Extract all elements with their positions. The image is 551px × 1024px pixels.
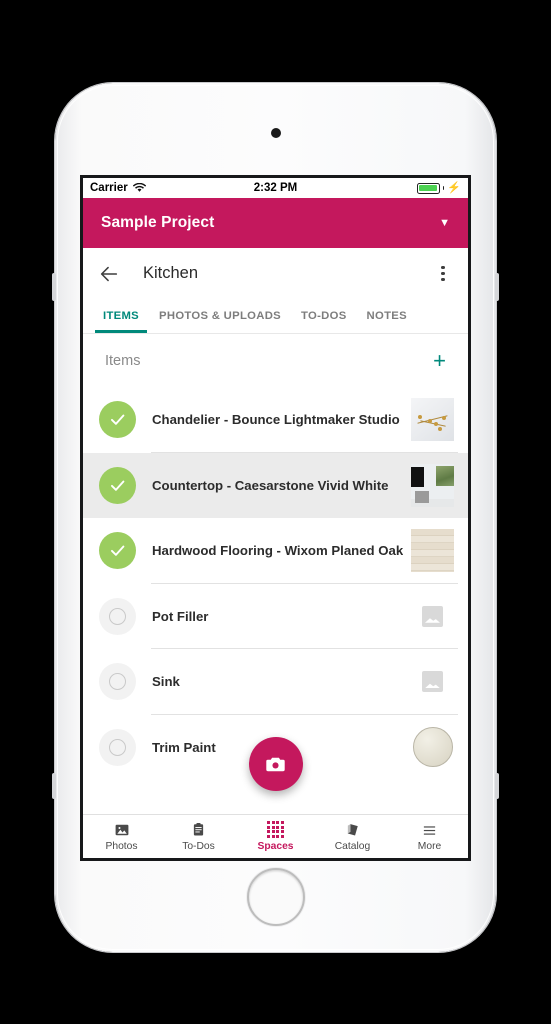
home-button[interactable] — [246, 868, 305, 926]
status-bar: Carrier 2:32 PM ⚡ — [83, 178, 468, 198]
item-label: Hardwood Flooring - Wixom Planed Oak — [152, 543, 403, 559]
photos-icon — [114, 821, 130, 838]
tab-photos-uploads-label: PHOTOS & UPLOADS — [159, 310, 281, 322]
hamburger-icon — [421, 821, 438, 838]
tab-photos-uploads[interactable]: PHOTOS & UPLOADS — [149, 299, 291, 333]
nav-label-photos: Photos — [105, 841, 138, 852]
phone-device-frame: Carrier 2:32 PM ⚡ Sample Project ▼ Kitch… — [52, 83, 499, 952]
nav-item-to-dos[interactable]: To-Dos — [160, 821, 237, 852]
nav-item-spaces[interactable]: Spaces — [237, 821, 314, 852]
tab-notes-label: NOTES — [366, 310, 407, 322]
grid-icon — [267, 821, 284, 838]
status-badge-done[interactable] — [99, 532, 136, 570]
space-nav-bar: Kitchen — [83, 248, 468, 299]
table-row[interactable]: Chandelier - Bounce Lightmaker Studio — [83, 387, 468, 453]
item-thumbnail[interactable] — [411, 529, 454, 573]
item-label: Chandelier - Bounce Lightmaker Studio — [152, 412, 400, 428]
nav-label-spaces: Spaces — [257, 841, 294, 852]
image-placeholder-icon — [422, 605, 443, 627]
item-thumbnail[interactable] — [411, 463, 454, 507]
book-icon — [344, 821, 361, 838]
check-icon — [111, 480, 125, 491]
back-arrow-icon[interactable] — [97, 262, 121, 286]
project-title: Sample Project — [101, 214, 215, 231]
tab-to-dos[interactable]: TO-DOS — [291, 299, 357, 333]
camera-fab-button[interactable] — [248, 737, 303, 791]
item-thumbnail[interactable] — [411, 660, 454, 703]
status-badge-todo[interactable] — [99, 728, 136, 766]
status-badge-done[interactable] — [99, 401, 136, 439]
check-icon — [111, 545, 125, 557]
sim-tray — [495, 773, 499, 799]
bottom-navigation-bar: Photos To-Dos Spaces Catalog More — [83, 814, 468, 858]
item-label: Pot Filler — [152, 608, 209, 624]
nav-item-more[interactable]: More — [391, 821, 468, 852]
tab-items[interactable]: ITEMS — [93, 299, 149, 333]
item-thumbnail[interactable] — [411, 595, 454, 638]
table-row[interactable]: Pot Filler — [83, 583, 468, 649]
nav-label-to-dos: To-Dos — [182, 841, 215, 852]
status-badge-done[interactable] — [99, 466, 136, 504]
clipboard-icon — [191, 821, 206, 838]
tab-items-label: ITEMS — [103, 310, 140, 322]
status-badge-todo[interactable] — [99, 597, 136, 635]
chevron-down-icon[interactable]: ▼ — [439, 217, 450, 229]
status-bar-time: 2:32 PM — [253, 182, 298, 194]
items-section-header: Items + — [83, 335, 468, 387]
table-row[interactable]: Countertop - Caesarstone Vivid White — [83, 452, 468, 518]
phone-screen: Carrier 2:32 PM ⚡ Sample Project ▼ Kitch… — [80, 175, 471, 861]
volume-button[interactable] — [52, 273, 56, 301]
nav-label-catalog: Catalog — [334, 841, 371, 852]
power-button[interactable] — [495, 273, 499, 301]
status-badge-todo[interactable] — [99, 663, 136, 701]
tab-notes[interactable]: NOTES — [357, 299, 417, 333]
camera-icon — [266, 757, 285, 771]
item-thumbnail[interactable] — [411, 726, 454, 769]
plus-icon[interactable]: + — [433, 350, 446, 372]
volume-down-button[interactable] — [52, 773, 56, 799]
nav-label-more: More — [417, 841, 442, 852]
project-header-bar[interactable]: Sample Project ▼ — [83, 198, 468, 248]
check-icon — [111, 414, 125, 426]
front-camera-icon — [270, 128, 281, 138]
item-label: Sink — [152, 674, 180, 690]
page-title: Kitchen — [143, 264, 199, 282]
tab-strip: ITEMS PHOTOS & UPLOADS TO-DOS NOTES — [83, 299, 468, 334]
item-label: Countertop - Caesarstone Vivid White — [152, 477, 389, 493]
nav-item-photos[interactable]: Photos — [83, 821, 160, 852]
more-vertical-icon[interactable] — [432, 262, 454, 286]
image-placeholder-icon — [422, 671, 443, 693]
items-section-title: Items — [105, 353, 141, 369]
paint-swatch-icon — [412, 727, 453, 768]
item-thumbnail[interactable] — [411, 398, 454, 442]
nav-item-catalog[interactable]: Catalog — [314, 821, 391, 852]
tab-to-dos-label: TO-DOS — [301, 310, 347, 322]
table-row[interactable]: Sink — [83, 649, 468, 715]
table-row[interactable]: Hardwood Flooring - Wixom Planed Oak — [83, 518, 468, 584]
